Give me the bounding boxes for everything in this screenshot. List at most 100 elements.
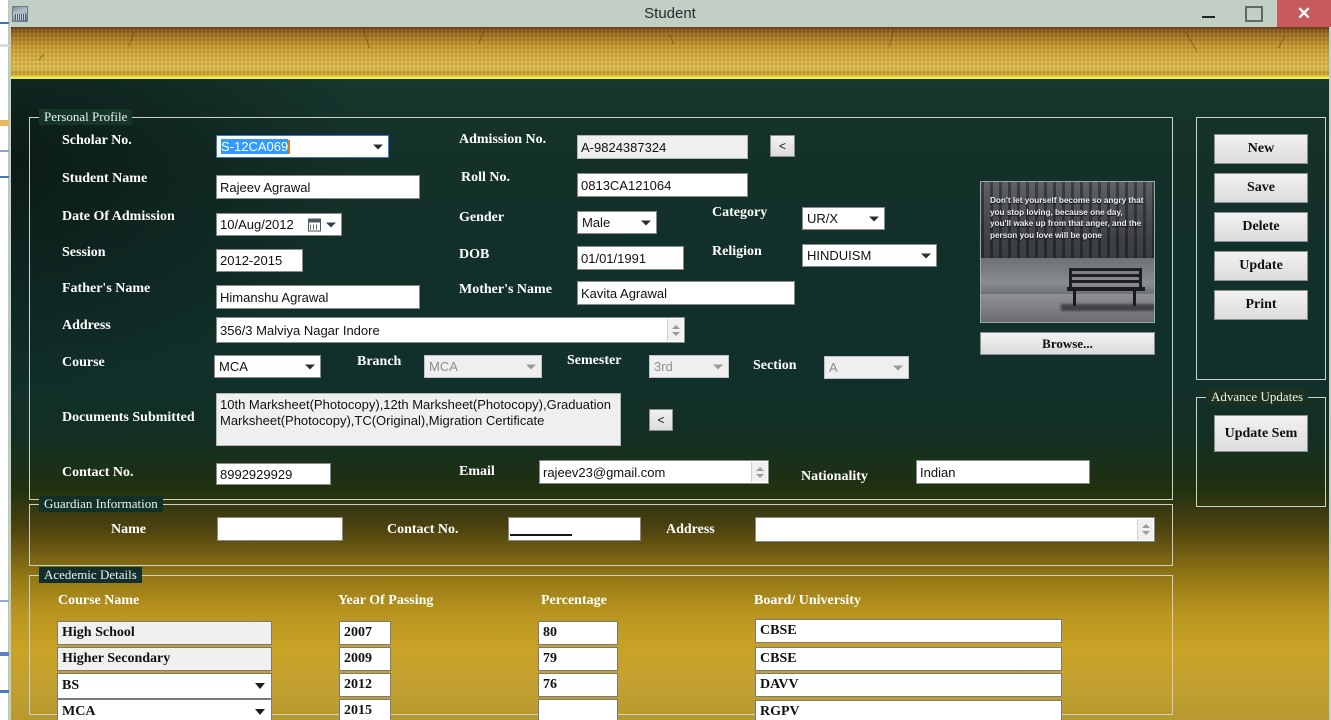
email-input[interactable]: rajeev23@gmail.com (539, 460, 769, 484)
documents-submitted-input[interactable]: 10th Marksheet(Photocopy),12th Marksheet… (216, 393, 621, 446)
academic-percentage-0[interactable]: 80 (538, 621, 618, 645)
chevron-down-icon[interactable] (326, 222, 336, 227)
guardian-contact-underline (510, 534, 572, 536)
browse-button[interactable]: Browse... (980, 332, 1155, 355)
academic-course-name-2[interactable]: BS (57, 673, 272, 699)
religion-combobox[interactable]: HINDUISM (802, 244, 937, 267)
gender-combobox[interactable]: Male (577, 211, 657, 234)
update-sem-button[interactable]: Update Sem (1214, 415, 1308, 452)
academic-board-0[interactable]: CBSE (755, 619, 1062, 643)
label-dob: DOB (459, 247, 489, 263)
fathers-name-input[interactable]: Himanshu Agrawal (216, 285, 420, 309)
calendar-icon[interactable] (308, 218, 321, 231)
new-button[interactable]: New (1214, 134, 1308, 164)
address-input[interactable]: 356/3 Malviya Nagar Indore (216, 317, 685, 343)
header-percentage: Percentage (541, 593, 607, 609)
background-window-detail (0, 22, 9, 24)
academic-course-name-2-value: BS (62, 678, 79, 694)
student-window: Student ✕ Personal Profile Scholar No. (9, 0, 1331, 720)
academic-course-name-0[interactable]: High School (57, 621, 272, 645)
mothers-name-value: Kavita Agrawal (581, 286, 667, 301)
nationality-input[interactable]: Indian (916, 460, 1090, 484)
address-spinner[interactable] (667, 319, 683, 341)
academic-year-1[interactable]: 2009 (339, 647, 391, 671)
contact-no-input[interactable]: 8992929929 (216, 463, 331, 485)
academic-details-legend: Acedemic Details (39, 567, 142, 583)
background-window-detail (0, 44, 9, 47)
academic-percentage-2[interactable]: 76 (538, 673, 618, 697)
semester-combobox[interactable]: 3rd (649, 355, 729, 378)
session-value: 2012-2015 (220, 253, 282, 268)
advance-updates-group: Advance Updates (1196, 397, 1326, 507)
maximize-button[interactable] (1231, 0, 1277, 27)
academic-year-2[interactable]: 2012 (339, 673, 391, 697)
academic-year-3[interactable]: 2015 (339, 699, 391, 720)
guardian-address-spinner[interactable] (1137, 519, 1153, 540)
chevron-down-icon (869, 216, 879, 221)
update-button[interactable]: Update (1214, 251, 1308, 281)
close-button[interactable]: ✕ (1277, 0, 1331, 27)
branch-combobox[interactable]: MCA (424, 355, 542, 378)
dob-input[interactable]: 01/01/1991 (577, 246, 684, 270)
scholar-no-combobox[interactable]: S-12CA069 (216, 135, 389, 158)
date-of-admission-value: 10/Aug/2012 (220, 217, 294, 232)
nationality-value: Indian (920, 465, 955, 480)
academic-percentage-1[interactable]: 79 (538, 647, 618, 671)
academic-board-1[interactable]: CBSE (755, 647, 1062, 671)
header-course-name: Course Name (58, 593, 139, 609)
academic-year-0[interactable]: 2007 (339, 621, 391, 645)
academic-board-3[interactable]: RGPV (755, 700, 1062, 720)
guardian-name-input[interactable] (217, 517, 343, 541)
guardian-address-input[interactable] (755, 517, 1155, 542)
academic-percentage-3[interactable] (538, 699, 618, 720)
admission-no-input[interactable]: A-9824387324 (577, 135, 748, 159)
email-spinner[interactable] (751, 462, 767, 482)
academic-course-name-1[interactable]: Higher Secondary (57, 647, 272, 671)
background-window-detail (0, 652, 9, 656)
chevron-down-icon (305, 364, 315, 369)
label-scholar-no: Scholar No. (62, 133, 132, 149)
documents-submitted-value: 10th Marksheet(Photocopy),12th Marksheet… (220, 397, 617, 429)
guardian-contact-no-input[interactable] (508, 517, 641, 541)
session-input[interactable]: 2012-2015 (216, 249, 303, 272)
label-category: Category (712, 205, 767, 221)
admission-no-value: A-9824387324 (581, 140, 666, 155)
client-area: Personal Profile Scholar No. Student Nam… (11, 27, 1329, 720)
scholar-no-value: S-12CA069 (221, 139, 288, 154)
header-banner-image (11, 27, 1329, 79)
documents-previous-button[interactable]: < (649, 409, 673, 431)
bench-illustration (1067, 268, 1145, 308)
label-religion: Religion (712, 244, 762, 260)
close-icon: ✕ (1297, 5, 1311, 22)
form-background: Personal Profile Scholar No. Student Nam… (11, 79, 1329, 720)
course-combobox[interactable]: MCA (214, 355, 321, 378)
print-button[interactable]: Print (1214, 290, 1308, 320)
personal-profile-legend: Personal Profile (39, 109, 132, 125)
background-window-strip[interactable] (0, 0, 9, 720)
student-photo[interactable]: Don't let yourself become so angry that … (980, 181, 1155, 323)
minimize-button[interactable] (1185, 0, 1231, 27)
chevron-down-icon (713, 364, 723, 369)
academic-course-name-3-value: MCA (62, 704, 95, 720)
background-window-detail (0, 690, 9, 693)
academic-board-2[interactable]: DAVV (755, 673, 1062, 697)
label-gender: Gender (459, 210, 504, 226)
label-student-name: Student Name (62, 171, 147, 187)
label-email: Email (459, 464, 495, 480)
background-window-detail (0, 176, 9, 178)
save-button[interactable]: Save (1214, 173, 1308, 203)
student-name-input[interactable]: Rajeev Agrawal (216, 175, 420, 199)
gender-value: Male (582, 215, 610, 230)
label-course: Course (62, 355, 105, 371)
section-combobox[interactable]: A (824, 356, 909, 379)
label-roll-no: Roll No. (461, 170, 510, 186)
roll-no-input[interactable]: 0813CA121064 (577, 173, 748, 197)
category-combobox[interactable]: UR/X (802, 207, 885, 230)
header-year-of-passing: Year Of Passing (338, 593, 433, 609)
delete-button[interactable]: Delete (1214, 212, 1308, 242)
admission-previous-button[interactable]: < (770, 135, 795, 157)
mothers-name-input[interactable]: Kavita Agrawal (577, 281, 795, 305)
academic-course-name-3[interactable]: MCA (57, 699, 272, 720)
date-of-admission-input[interactable]: 10/Aug/2012 (216, 213, 342, 236)
label-address: Address (62, 318, 111, 334)
